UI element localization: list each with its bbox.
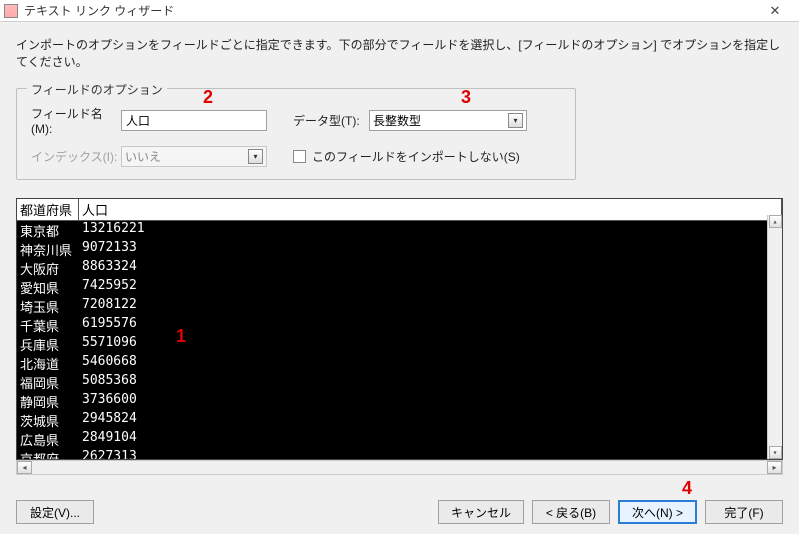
header-pop[interactable]: 人口 xyxy=(79,199,782,220)
cell-pref: 茨城県 xyxy=(17,411,79,430)
data-type-value: 長整数型 xyxy=(373,112,421,129)
intro-text: インポートのオプションをフィールドごとに指定できます。下の部分でフィールドを選択… xyxy=(16,36,783,70)
table-row[interactable]: 兵庫県5571096 xyxy=(17,335,782,354)
horizontal-scrollbar[interactable]: ◂ ▸ xyxy=(16,460,783,475)
chevron-down-icon: ▾ xyxy=(508,113,523,128)
table-row[interactable]: 茨城県2945824 xyxy=(17,411,782,430)
table-row[interactable]: 北海道5460668 xyxy=(17,354,782,373)
cell-pref: 兵庫県 xyxy=(17,335,79,354)
skip-field-checkbox[interactable] xyxy=(293,150,306,163)
cell-pop: 8863324 xyxy=(79,259,782,278)
table-row[interactable]: 広島県2849104 xyxy=(17,430,782,449)
cell-pop: 7425952 xyxy=(79,278,782,297)
table-row[interactable]: 千葉県6195576 xyxy=(17,316,782,335)
cell-pref: 神奈川県 xyxy=(17,240,79,259)
index-select: いいえ ▾ xyxy=(121,146,267,167)
cell-pref: 京都府 xyxy=(17,449,79,460)
cell-pop: 5085368 xyxy=(79,373,782,392)
scroll-up-icon[interactable]: ▴ xyxy=(769,215,782,228)
data-preview[interactable]: 都道府県 人口 東京都13216221神奈川県9072133大阪府8863324… xyxy=(16,198,783,460)
annotation-4: 4 xyxy=(682,478,692,499)
back-button[interactable]: < 戻る(B) xyxy=(532,500,610,524)
cell-pop: 2945824 xyxy=(79,411,782,430)
vertical-scrollbar[interactable]: ▴ ▾ xyxy=(767,215,782,459)
table-row[interactable]: 静岡県3736600 xyxy=(17,392,782,411)
table-row[interactable]: 京都府2627313 xyxy=(17,449,782,460)
scroll-left-icon[interactable]: ◂ xyxy=(17,461,32,474)
field-name-input[interactable] xyxy=(121,110,267,131)
cell-pop: 3736600 xyxy=(79,392,782,411)
cell-pop: 2627313 xyxy=(79,449,782,460)
table-row[interactable]: 神奈川県9072133 xyxy=(17,240,782,259)
cell-pref: 埼玉県 xyxy=(17,297,79,316)
cell-pop: 9072133 xyxy=(79,240,782,259)
scroll-right-icon[interactable]: ▸ xyxy=(767,461,782,474)
table-row[interactable]: 東京都13216221 xyxy=(17,221,782,240)
skip-field-label: このフィールドをインポートしない(S) xyxy=(312,148,520,165)
close-button[interactable]: ✕ xyxy=(755,1,795,21)
index-value: いいえ xyxy=(125,148,161,165)
cell-pop: 13216221 xyxy=(79,221,782,240)
cell-pop: 7208122 xyxy=(79,297,782,316)
cell-pop: 2849104 xyxy=(79,430,782,449)
preview-header-row: 都道府県 人口 xyxy=(17,199,782,221)
next-button[interactable]: 次へ(N) > xyxy=(618,500,697,524)
title-bar: テキスト リンク ウィザード ✕ xyxy=(0,0,799,22)
data-type-select[interactable]: 長整数型 ▾ xyxy=(369,110,527,131)
annotation-3: 3 xyxy=(461,87,471,108)
cell-pref: 広島県 xyxy=(17,430,79,449)
cell-pref: 大阪府 xyxy=(17,259,79,278)
index-label: インデックス(I): xyxy=(31,148,121,165)
app-icon xyxy=(4,4,18,18)
cell-pref: 千葉県 xyxy=(17,316,79,335)
annotation-2: 2 xyxy=(203,87,213,108)
field-name-label: フィールド名(M): xyxy=(31,105,121,136)
cell-pref: 愛知県 xyxy=(17,278,79,297)
header-pref[interactable]: 都道府県 xyxy=(17,199,79,220)
scroll-down-icon[interactable]: ▾ xyxy=(769,446,782,459)
window-title: テキスト リンク ウィザード xyxy=(24,2,755,19)
chevron-down-icon: ▾ xyxy=(248,149,263,164)
annotation-1: 1 xyxy=(176,326,186,347)
table-row[interactable]: 埼玉県7208122 xyxy=(17,297,782,316)
table-row[interactable]: 福岡県5085368 xyxy=(17,373,782,392)
cell-pref: 北海道 xyxy=(17,354,79,373)
finish-button[interactable]: 完了(F) xyxy=(705,500,783,524)
cell-pref: 静岡県 xyxy=(17,392,79,411)
cell-pop: 5460668 xyxy=(79,354,782,373)
data-type-label: データ型(T): xyxy=(293,112,369,129)
group-legend: フィールドのオプション xyxy=(27,81,167,98)
table-row[interactable]: 愛知県7425952 xyxy=(17,278,782,297)
cell-pref: 東京都 xyxy=(17,221,79,240)
settings-button[interactable]: 設定(V)... xyxy=(16,500,94,524)
cancel-button[interactable]: キャンセル xyxy=(438,500,524,524)
field-options-group: フィールドのオプション 2 3 フィールド名(M): データ型(T): 長整数型… xyxy=(16,88,576,180)
table-row[interactable]: 大阪府8863324 xyxy=(17,259,782,278)
cell-pref: 福岡県 xyxy=(17,373,79,392)
